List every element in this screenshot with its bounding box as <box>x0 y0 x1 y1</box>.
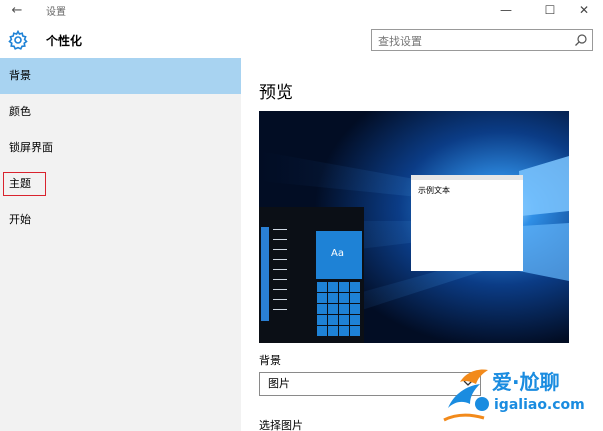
sidebar-item-label: 背景 <box>9 69 31 82</box>
search-input[interactable] <box>372 31 562 52</box>
sample-text: 示例文本 <box>418 186 450 195</box>
tile-large: Aa <box>316 231 362 279</box>
watermark-name: 爱·尬聊 <box>492 370 560 394</box>
window-title: 设置 <box>46 7 66 18</box>
highlight-box <box>3 172 46 196</box>
tile-text: Aa <box>331 248 344 259</box>
sidebar: 背景 颜色 锁屏界面 主题 开始 <box>0 58 241 431</box>
start-menu-list <box>273 229 287 319</box>
page-title: 个性化 <box>46 34 83 48</box>
page-header: 个性化 <box>0 22 603 58</box>
minimize-button[interactable]: — <box>488 0 524 22</box>
theme-preview: 示例文本 Aa <box>259 111 569 343</box>
preview-heading: 预览 <box>259 83 293 103</box>
gear-icon <box>8 30 28 50</box>
sidebar-item-label: 颜色 <box>9 105 31 118</box>
sidebar-item-lock-screen[interactable]: 锁屏界面 <box>0 130 241 166</box>
maximize-button[interactable]: ☐ <box>532 0 568 22</box>
watermark-url: igaliao.com <box>494 397 585 413</box>
search-icon[interactable] <box>574 33 588 47</box>
sidebar-item-colors[interactable]: 颜色 <box>0 94 241 130</box>
title-bar: ← 设置 — ☐ ✕ <box>0 0 603 22</box>
search-box[interactable] <box>371 29 593 52</box>
sidebar-item-label: 锁屏界面 <box>9 141 53 154</box>
sidebar-item-start[interactable]: 开始 <box>0 202 241 238</box>
dropdown-value: 图片 <box>268 377 290 390</box>
sample-window: 示例文本 <box>411 175 523 271</box>
tile-grid <box>316 281 362 337</box>
close-button[interactable]: ✕ <box>566 0 602 22</box>
background-label: 背景 <box>259 354 281 367</box>
choose-picture-label: 选择图片 <box>259 419 303 431</box>
watermark-logo <box>443 369 489 422</box>
back-arrow-icon: ← <box>11 3 23 18</box>
sidebar-item-label: 开始 <box>9 213 31 226</box>
watermark: 爱·尬聊 igaliao.com <box>440 364 600 426</box>
back-button[interactable]: ← <box>6 1 28 21</box>
start-menu-mock: Aa <box>259 207 364 343</box>
sidebar-item-background[interactable]: 背景 <box>0 58 241 94</box>
start-menu-left-column <box>261 227 269 321</box>
tile-grid-lines <box>317 282 361 336</box>
